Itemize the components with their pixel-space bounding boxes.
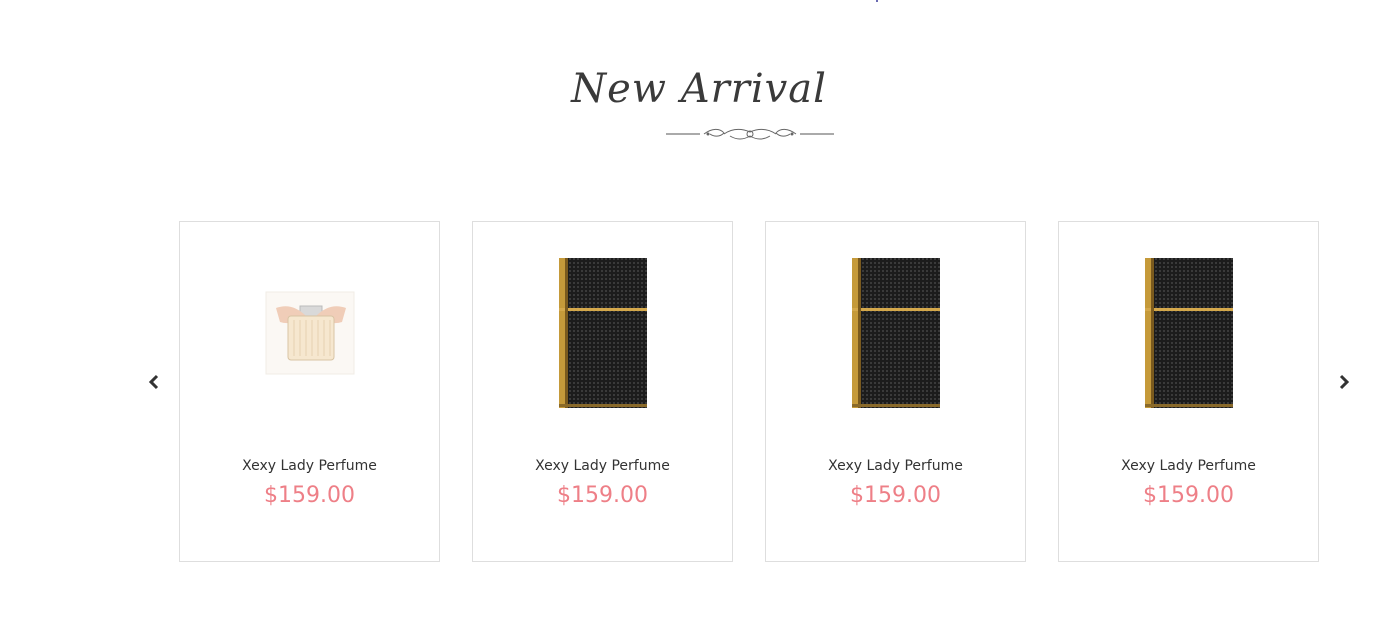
product-card[interactable]: Xexy Lady Perfume $159.00 — [179, 221, 440, 562]
product-card[interactable]: Xexy Lady Perfume $159.00 — [765, 221, 1026, 562]
product-price: $159.00 — [264, 483, 355, 508]
product-name[interactable]: Xexy Lady Perfume — [473, 458, 732, 474]
chevron-left-icon — [148, 374, 159, 390]
decorative-dot — [876, 0, 878, 2]
ornament-divider-icon — [666, 128, 834, 140]
carousel-next-button[interactable] — [1334, 370, 1354, 394]
carousel-prev-button[interactable] — [144, 370, 164, 394]
product-price: $159.00 — [1143, 483, 1234, 508]
chevron-right-icon — [1339, 374, 1350, 390]
section-title: New Arrival — [571, 66, 827, 112]
product-image[interactable] — [1059, 222, 1318, 442]
product-price: $159.00 — [850, 483, 941, 508]
product-name[interactable]: Xexy Lady Perfume — [766, 458, 1025, 474]
product-card[interactable]: Xexy Lady Perfume $159.00 — [472, 221, 733, 562]
product-name[interactable]: Xexy Lady Perfume — [1059, 458, 1318, 474]
product-card[interactable]: Xexy Lady Perfume $159.00 — [1058, 221, 1319, 562]
product-price: $159.00 — [557, 483, 648, 508]
product-image[interactable] — [766, 222, 1025, 442]
product-image[interactable] — [473, 222, 732, 442]
product-name[interactable]: Xexy Lady Perfume — [180, 458, 439, 474]
product-image[interactable] — [180, 222, 439, 442]
